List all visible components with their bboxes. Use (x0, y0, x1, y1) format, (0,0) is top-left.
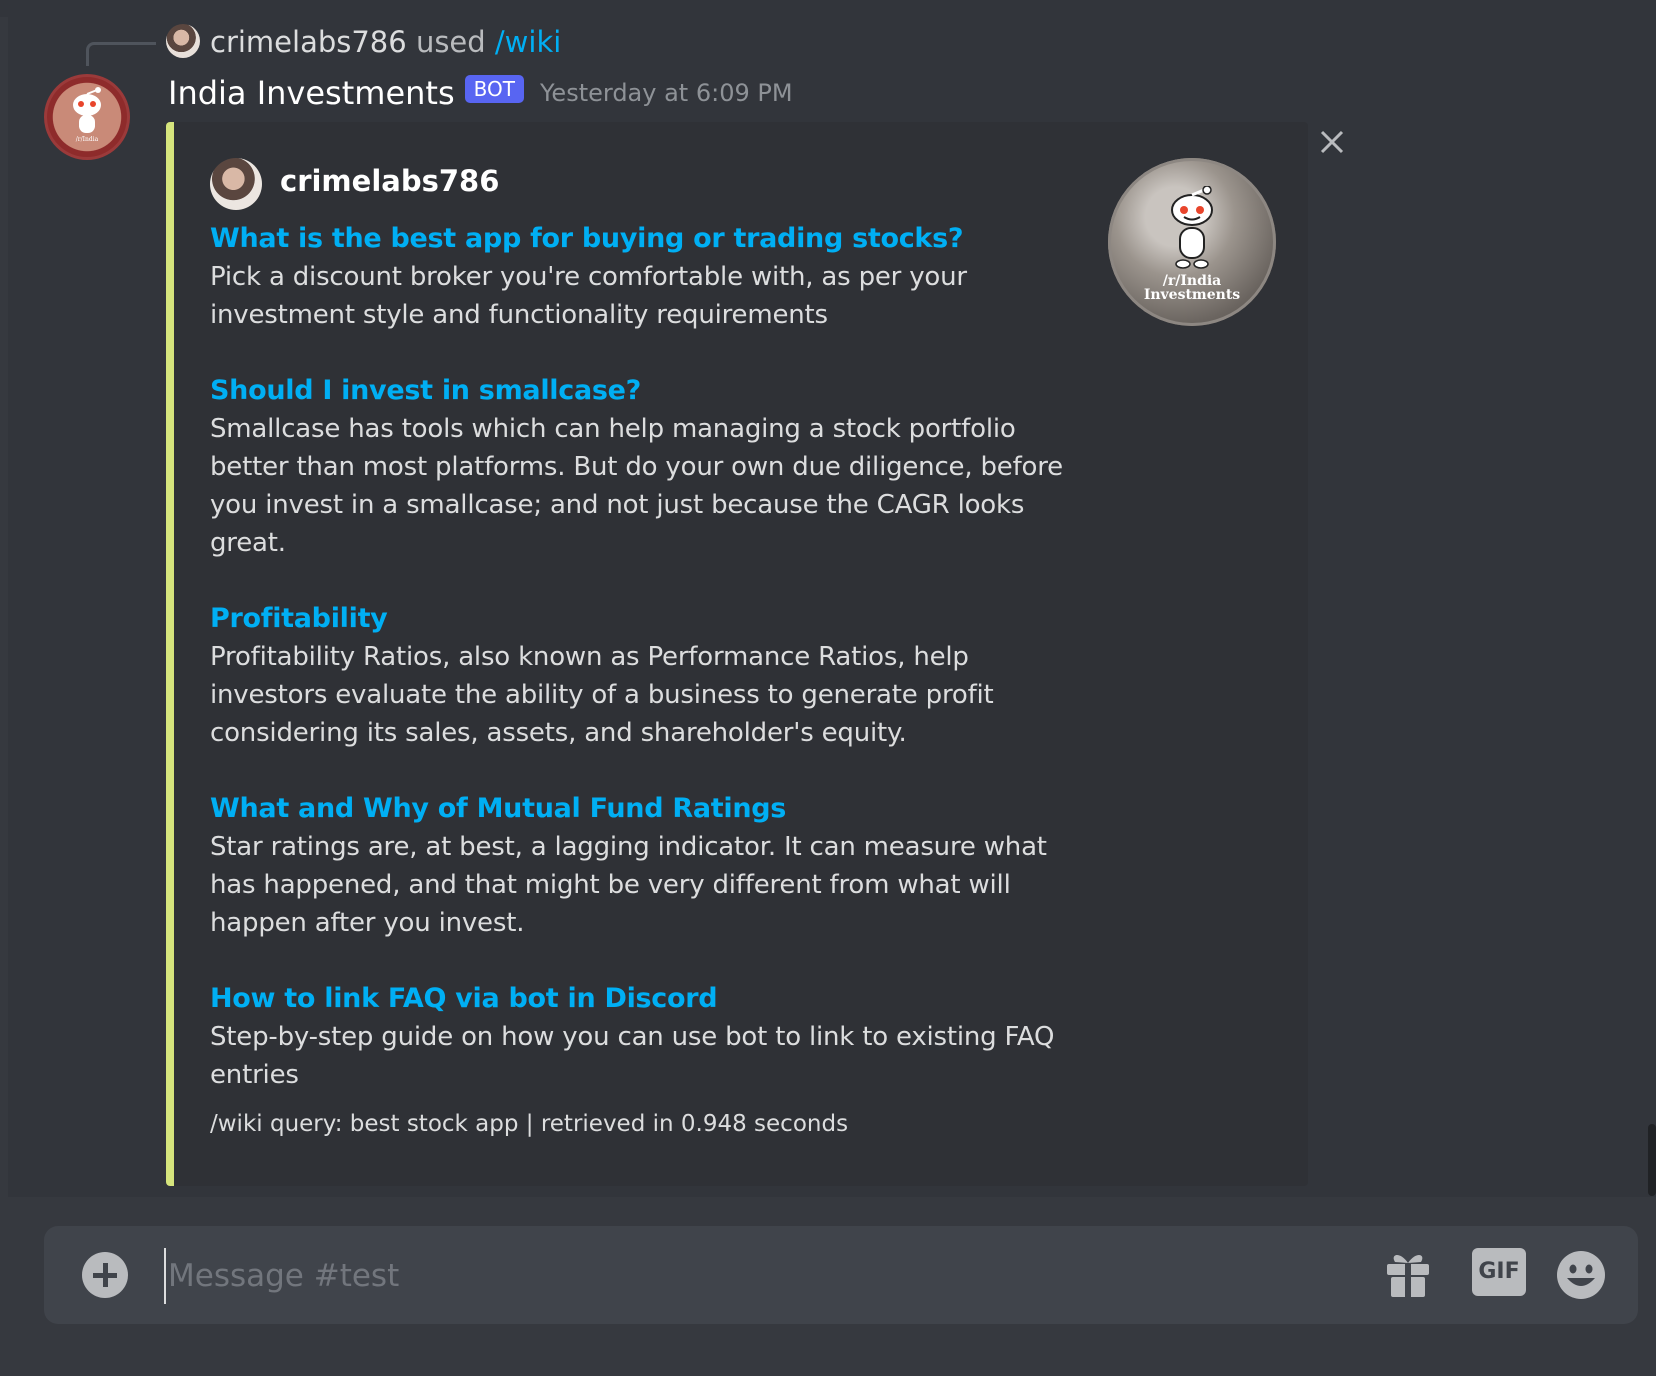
gif-icon[interactable]: GIF (1472, 1248, 1526, 1296)
bot-name[interactable]: India Investments (168, 74, 455, 112)
reply-avatar[interactable] (166, 24, 200, 58)
embed-author-name: crimelabs786 (280, 164, 500, 198)
field-title-link[interactable]: Should I invest in smallcase? (210, 372, 1090, 410)
message-composer: GIF (44, 1226, 1638, 1324)
bot-avatar-caption: /r/India (76, 136, 99, 143)
field-description: Step-by-step guide on how you can use bo… (210, 1022, 1055, 1090)
reply-verb: used (415, 25, 486, 59)
embed-field: How to link FAQ via bot in Discord Step-… (210, 980, 1090, 1094)
field-title-link[interactable]: What is the best app for buying or tradi… (210, 220, 1090, 258)
bot-avatar[interactable]: /r/India (44, 74, 130, 160)
reply-spine (86, 42, 156, 66)
reply-reference: crimelabs786 used /wiki (210, 22, 561, 62)
message-header: India Investments BOT Yesterday at 6:09 PM (168, 74, 793, 118)
embed-field: Should I invest in smallcase? Smallcase … (210, 372, 1090, 562)
thumbnail-caption-line: /r/India (1162, 273, 1222, 289)
thumbnail-caption-line: Investments (1143, 287, 1241, 303)
plus-circle-icon[interactable] (82, 1252, 128, 1298)
close-icon[interactable] (1312, 122, 1352, 162)
embed-thumbnail[interactable]: /r/India Investments (1108, 158, 1276, 326)
thumbnail-caption: /r/India Investments (1108, 274, 1276, 302)
wiki-embed: crimelabs786 /r/India Investments What i… (166, 122, 1308, 1186)
field-title-link[interactable]: What and Why of Mutual Fund Ratings (210, 790, 1090, 828)
field-description: Pick a discount broker you're comfortabl… (210, 262, 967, 330)
top-strip (0, 0, 1656, 17)
scrollbar-thumb[interactable] (1648, 1124, 1656, 1196)
emoji-icon[interactable] (1556, 1250, 1606, 1300)
embed-author-avatar (210, 158, 262, 210)
reply-command[interactable]: /wiki (495, 25, 561, 59)
embed-field: What and Why of Mutual Fund Ratings Star… (210, 790, 1090, 942)
field-title-link[interactable]: Profitability (210, 600, 1090, 638)
field-description: Profitability Ratios, also known as Perf… (210, 642, 994, 748)
message-input[interactable] (164, 1248, 1270, 1304)
embed-footer: /wiki query: best stock app | retrieved … (210, 1111, 849, 1137)
reply-username[interactable]: crimelabs786 (210, 25, 407, 59)
embed-field: What is the best app for buying or tradi… (210, 220, 1090, 334)
embed-field: Profitability Profitability Ratios, also… (210, 600, 1090, 752)
field-description: Smallcase has tools which can help manag… (210, 414, 1063, 558)
field-title-link[interactable]: How to link FAQ via bot in Discord (210, 980, 1090, 1018)
reddit-mascot-icon (1171, 186, 1213, 269)
bot-tag: BOT (464, 75, 524, 103)
field-description: Star ratings are, at best, a lagging ind… (210, 832, 1047, 938)
message-timestamp: Yesterday at 6:09 PM (539, 79, 793, 107)
reddit-mascot-icon: /r/India (73, 87, 101, 143)
embed-fields: What is the best app for buying or tradi… (210, 220, 1090, 1132)
gift-icon[interactable] (1384, 1248, 1432, 1298)
